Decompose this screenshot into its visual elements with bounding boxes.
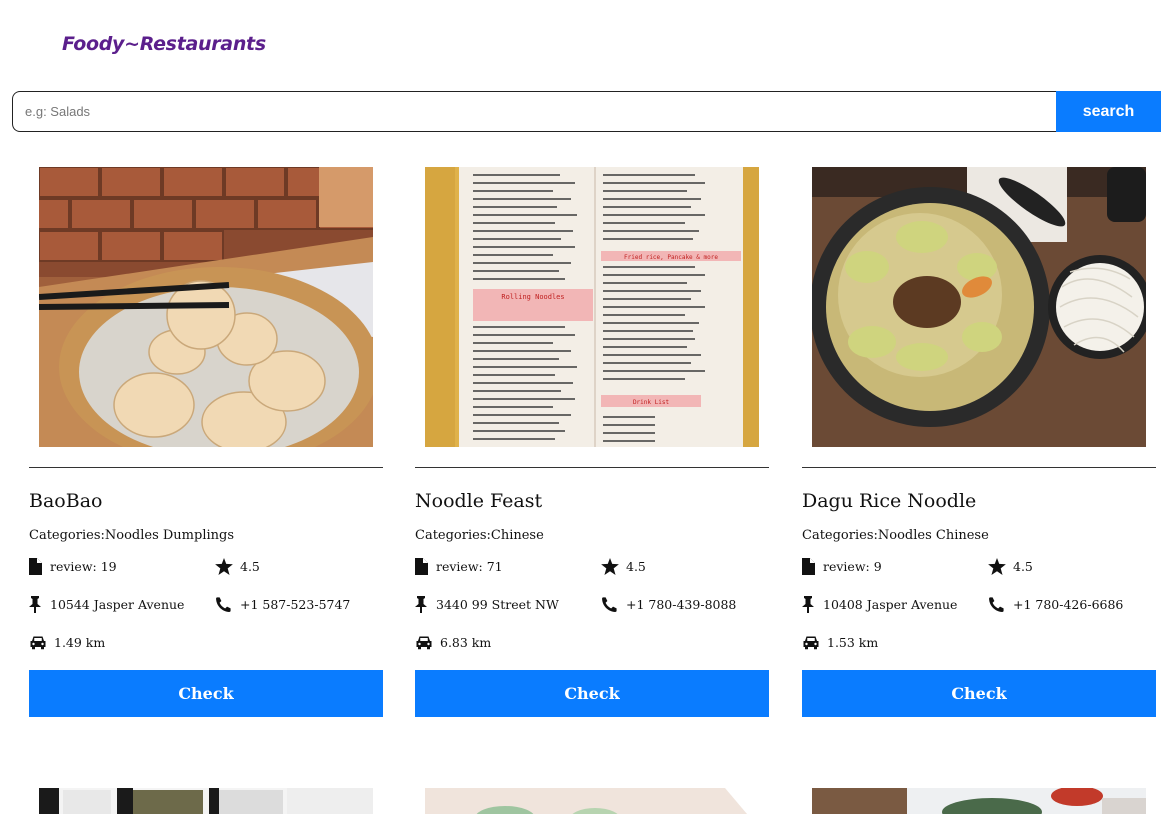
restaurant-categories: Categories:Noodles Chinese	[802, 528, 989, 543]
document-icon	[29, 557, 47, 575]
search-button[interactable]: search	[1056, 91, 1161, 132]
address: 10544 Jasper Avenue	[29, 595, 215, 613]
phone-icon	[988, 596, 1010, 613]
restaurant-info: review: 19 4.5 10544 Jasper Avenue +1 58…	[29, 557, 383, 650]
phone-text[interactable]: +1 587-523-5747	[240, 597, 350, 612]
document-icon	[415, 557, 433, 575]
restaurant-card: Rolling Noodles Fried rice, Pancake & mo…	[415, 167, 769, 717]
restaurant-categories: Categories:Noodles Dumplings	[29, 528, 235, 543]
phone: +1 780-426-6686	[988, 596, 1156, 612]
address-text: 10544 Jasper Avenue	[50, 596, 185, 612]
star-icon	[215, 557, 237, 575]
review-count: review: 9	[802, 557, 988, 575]
app-logo[interactable]: Foody~Restaurants	[62, 33, 266, 55]
phone-icon	[601, 596, 623, 613]
table-dishes-photo	[812, 788, 1146, 814]
rating-text: 4.5	[240, 558, 260, 574]
rating: 4.5	[215, 557, 383, 575]
noodle-bowls-photo	[39, 788, 373, 814]
check-button[interactable]: Check	[415, 670, 769, 717]
restaurant-photo-partial[interactable]	[425, 788, 759, 814]
rating-text: 4.5	[626, 558, 646, 574]
restaurant-card: BaoBao Categories:Noodles Dumplings revi…	[29, 167, 383, 717]
card-divider	[415, 467, 769, 468]
rating-text: 4.5	[1013, 558, 1033, 574]
address: 10408 Jasper Avenue	[802, 595, 988, 613]
star-icon	[601, 557, 623, 575]
restaurant-name[interactable]: Noodle Feast	[415, 490, 769, 514]
car-icon	[415, 635, 437, 650]
review-count: review: 71	[415, 557, 601, 575]
restaurant-name[interactable]: BaoBao	[29, 490, 383, 514]
restaurant-info: review: 71 4.5 3440 99 Street NW +1 780-…	[415, 557, 769, 650]
plate-photo	[425, 788, 759, 814]
restaurant-photo-noodle-soup[interactable]	[812, 167, 1146, 447]
distance: 6.83 km	[415, 634, 601, 650]
car-icon	[802, 635, 824, 650]
search-input[interactable]	[12, 91, 1056, 132]
menu-roll-header: Rolling Noodles	[501, 293, 564, 301]
restaurant-name[interactable]: Dagu Rice Noodle	[802, 490, 1156, 514]
address-text: 3440 99 Street NW	[436, 596, 559, 612]
dumplings-photo	[39, 167, 373, 447]
restaurant-photo-menu[interactable]: Rolling Noodles Fried rice, Pancake & mo…	[425, 167, 759, 447]
restaurant-photo-dumplings[interactable]	[39, 167, 373, 447]
search-bar: search	[12, 91, 1161, 132]
phone-text[interactable]: +1 780-439-8088	[626, 597, 736, 612]
card-divider	[29, 467, 383, 468]
phone: +1 587-523-5747	[215, 596, 383, 612]
review-count-text: review: 71	[436, 558, 503, 574]
noodle-soup-photo	[812, 167, 1146, 447]
distance-text: 1.49 km	[54, 634, 106, 650]
review-count: review: 19	[29, 557, 215, 575]
restaurant-photo-partial[interactable]	[812, 788, 1146, 814]
phone-icon	[215, 596, 237, 613]
review-count-text: review: 19	[50, 558, 117, 574]
star-icon	[988, 557, 1010, 575]
distance-text: 6.83 km	[440, 634, 492, 650]
check-button[interactable]: Check	[29, 670, 383, 717]
rating: 4.5	[601, 557, 769, 575]
check-button[interactable]: Check	[802, 670, 1156, 717]
menu-drink-header: Drink List	[633, 399, 670, 406]
restaurant-info: review: 9 4.5 10408 Jasper Avenue +1 780…	[802, 557, 1156, 650]
distance-text: 1.53 km	[827, 634, 879, 650]
pin-icon	[29, 595, 47, 613]
rating: 4.5	[988, 557, 1156, 575]
restaurant-photo-partial[interactable]	[39, 788, 373, 814]
restaurant-card: Dagu Rice Noodle Categories:Noodles Chin…	[802, 167, 1156, 717]
car-icon	[29, 635, 51, 650]
card-divider	[802, 467, 1156, 468]
pin-icon	[802, 595, 820, 613]
menu-fried-header: Fried rice, Pancake & more	[624, 254, 718, 261]
address: 3440 99 Street NW	[415, 595, 601, 613]
distance: 1.49 km	[29, 634, 215, 650]
menu-photo: Rolling Noodles Fried rice, Pancake & mo…	[425, 167, 759, 447]
phone: +1 780-439-8088	[601, 596, 769, 612]
review-count-text: review: 9	[823, 558, 882, 574]
restaurant-categories: Categories:Chinese	[415, 528, 544, 543]
distance: 1.53 km	[802, 634, 988, 650]
pin-icon	[415, 595, 433, 613]
address-text: 10408 Jasper Avenue	[823, 596, 958, 612]
document-icon	[802, 557, 820, 575]
phone-text[interactable]: +1 780-426-6686	[1013, 597, 1123, 612]
